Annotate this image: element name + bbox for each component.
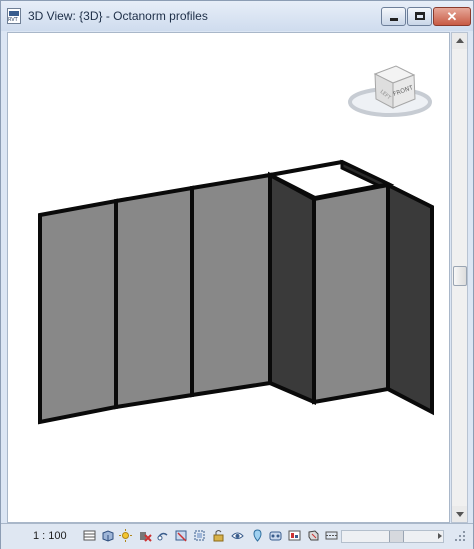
chevron-right-icon[interactable] [438, 533, 442, 539]
workset-icon[interactable] [269, 529, 282, 542]
revit-file-icon [7, 8, 21, 24]
crop-region-icon[interactable] [193, 529, 206, 542]
view-control-bar: 1 : 100 [1, 523, 473, 549]
close-icon: ✕ [446, 9, 458, 24]
wall-panel-1 [38, 198, 118, 425]
model-view: FRONT LEFT [38, 65, 434, 425]
crop-view-icon[interactable] [175, 529, 188, 542]
detail-level-icon[interactable] [83, 529, 96, 542]
title-bar[interactable]: 3D View: {3D} - Octanorm profiles ✕ [1, 1, 473, 31]
maximize-button[interactable] [407, 7, 432, 26]
resize-grip-icon[interactable] [452, 528, 468, 544]
chevron-up-icon [456, 38, 464, 43]
visual-style-icon[interactable] [101, 529, 114, 542]
minimize-button[interactable] [381, 7, 406, 26]
highlight-displacement-icon[interactable] [307, 529, 320, 542]
analysis-display-icon[interactable] [288, 529, 301, 542]
temporary-hide-icon[interactable] [231, 529, 244, 542]
right-dark-panel [386, 181, 434, 416]
octanorm-model[interactable] [38, 159, 434, 425]
horizontal-scroll-thumb[interactable] [389, 531, 404, 542]
vertical-scrollbar[interactable] [451, 32, 468, 523]
horizontal-scrollbar[interactable] [341, 530, 444, 543]
vertical-scroll-thumb[interactable] [453, 266, 467, 286]
3d-viewport[interactable]: FRONT LEFT [7, 32, 450, 523]
reveal-hidden-icon[interactable] [251, 529, 264, 542]
maximize-icon [415, 12, 425, 20]
scroll-down-button[interactable] [452, 506, 467, 522]
close-button[interactable]: ✕ [433, 7, 471, 26]
chevron-down-icon [456, 512, 464, 517]
wall-panel-4 [312, 182, 390, 405]
wall-panel-2 [114, 185, 194, 410]
reveal-constraints-icon[interactable] [325, 529, 338, 542]
minimize-icon [390, 18, 398, 21]
unlock-view-icon[interactable] [212, 529, 225, 542]
view-window: 3D View: {3D} - Octanorm profiles ✕ FRON… [0, 0, 474, 549]
sun-path-icon[interactable] [119, 529, 132, 542]
viewcube[interactable]: FRONT LEFT [348, 65, 432, 117]
render-dialog-icon[interactable] [156, 529, 169, 542]
window-title: 3D View: {3D} - Octanorm profiles [28, 9, 208, 23]
shadows-icon[interactable] [139, 529, 152, 542]
wall-panel-3 [190, 172, 272, 398]
scroll-up-button[interactable] [452, 33, 467, 49]
corner-dark-panel [268, 171, 316, 406]
view-scale[interactable]: 1 : 100 [33, 530, 67, 542]
